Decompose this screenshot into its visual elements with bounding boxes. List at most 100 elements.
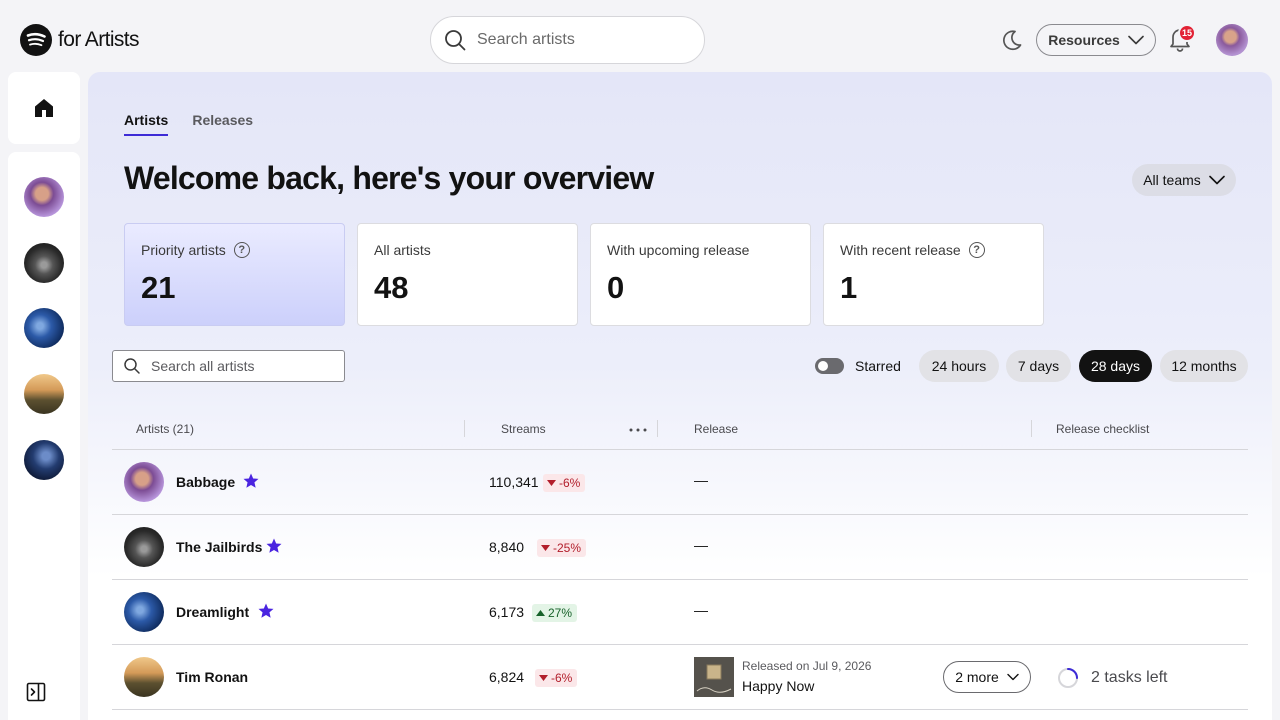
priority-artists-card[interactable]: Priority artists ? 21: [124, 223, 345, 326]
more-releases-label: 2 more: [955, 669, 999, 685]
stream-change-value: -6%: [551, 671, 573, 685]
search-all-artists-placeholder: Search all artists: [151, 358, 255, 374]
chevron-down-icon: [1007, 673, 1019, 681]
card-label-text: All artists: [374, 242, 431, 258]
toggle-knob: [818, 361, 828, 371]
stream-count: 110,341: [489, 474, 539, 490]
stream-count: 8,840: [489, 539, 525, 555]
release-date: Released on Jul 9, 2026: [742, 659, 872, 673]
triangle-up-icon: [536, 610, 545, 616]
search-icon: [445, 30, 466, 51]
release-empty: —: [694, 472, 708, 488]
all-teams-dropdown[interactable]: All teams: [1132, 164, 1236, 196]
release-title[interactable]: Happy Now: [742, 678, 814, 694]
rail-avatar-dreamlight[interactable]: [24, 308, 64, 348]
range-28-days-chip[interactable]: 28 days: [1079, 350, 1152, 382]
top-search-input[interactable]: Search artists: [430, 16, 705, 64]
card-label: All artists: [374, 242, 561, 258]
table-row[interactable]: Tim Ronan 6,824 -6% Released on Jul 9, 2…: [112, 645, 1248, 710]
home-icon: [35, 99, 53, 117]
stream-change-value: 27%: [548, 606, 573, 620]
avatar: [124, 657, 164, 697]
artist-name[interactable]: Tim Ronan: [176, 669, 248, 685]
release-artwork[interactable]: [694, 657, 734, 697]
spotify-logo-icon: [20, 24, 52, 56]
help-icon[interactable]: ?: [968, 242, 985, 258]
card-label-text: With recent release: [840, 242, 961, 258]
header-artists[interactable]: Artists (21): [136, 422, 194, 436]
column-divider[interactable]: [464, 420, 465, 437]
avatar: [124, 527, 164, 567]
all-teams-label: All teams: [1143, 172, 1201, 188]
help-icon[interactable]: ?: [233, 242, 250, 258]
stream-change-value: -25%: [553, 541, 582, 555]
card-label-text: Priority artists: [141, 242, 226, 258]
artist-name[interactable]: Babbage: [176, 474, 235, 490]
release-empty: —: [694, 602, 708, 618]
brand-name: for Artists: [58, 28, 140, 51]
notification-count-badge: 15: [1178, 24, 1196, 42]
task-progress-ring-icon: [1058, 668, 1078, 688]
rail-avatar-tim-ronan[interactable]: [24, 374, 64, 414]
card-value: 48: [374, 270, 409, 305]
triangle-down-icon: [539, 675, 548, 681]
card-label: With upcoming release: [607, 242, 794, 258]
more-horizontal-icon[interactable]: [629, 428, 647, 432]
main-panel: Artists Releases Welcome back, here's yo…: [88, 72, 1272, 720]
rail-avatar-fifth-artist[interactable]: [24, 440, 64, 480]
tasks-left-label[interactable]: 2 tasks left: [1091, 669, 1167, 687]
all-artists-card[interactable]: All artists 48: [357, 223, 578, 326]
star-icon[interactable]: [265, 537, 283, 555]
starred-label: Starred: [855, 358, 901, 374]
header-release-checklist[interactable]: Release checklist: [1056, 422, 1149, 436]
column-divider[interactable]: [657, 420, 658, 437]
user-avatar[interactable]: [1216, 24, 1248, 56]
stream-change-badge: 27%: [532, 604, 578, 622]
card-label: Priority artists ?: [141, 242, 328, 258]
rail-home-button[interactable]: [8, 72, 80, 144]
table-header: Artists (21) Streams Release Release che…: [112, 410, 1248, 450]
rail-avatar-the-jailbirds[interactable]: [24, 243, 64, 283]
rail-avatar-babbage[interactable]: [24, 177, 64, 217]
star-icon[interactable]: [242, 472, 260, 490]
star-icon[interactable]: [257, 602, 275, 620]
top-search-placeholder: Search artists: [477, 31, 575, 48]
recent-release-card[interactable]: With recent release ? 1: [823, 223, 1044, 326]
artist-name[interactable]: Dreamlight: [176, 604, 249, 620]
header-streams[interactable]: Streams: [501, 422, 546, 436]
search-all-artists-input[interactable]: Search all artists: [112, 350, 345, 382]
album-cover-image: [694, 657, 734, 697]
page-title: Welcome back, here's your overview: [124, 160, 654, 196]
tab-artists[interactable]: Artists: [124, 112, 169, 136]
moon-icon[interactable]: [1000, 28, 1024, 52]
collapse-sidebar-icon[interactable]: [26, 682, 46, 702]
table-row[interactable]: Babbage 110,341 -6% —: [112, 450, 1248, 515]
artist-name[interactable]: The Jailbirds: [176, 539, 262, 555]
stream-change-badge: -6%: [543, 474, 586, 492]
chevron-down-icon: [1127, 35, 1144, 45]
starred-toggle[interactable]: [815, 358, 844, 374]
avatar: [124, 462, 164, 502]
header-release[interactable]: Release: [694, 422, 738, 436]
resources-button[interactable]: Resources: [1036, 24, 1156, 56]
range-7-days-chip[interactable]: 7 days: [1006, 350, 1071, 382]
range-12-months-chip[interactable]: 12 months: [1160, 350, 1248, 382]
section-tabs: Artists Releases: [124, 112, 253, 136]
card-value: 21: [141, 270, 176, 305]
brand-logo[interactable]: for Artists: [20, 24, 140, 56]
card-value: 1: [840, 270, 858, 305]
chevron-down-icon: [1208, 175, 1225, 185]
card-label-text: With upcoming release: [607, 242, 750, 258]
avatar: [124, 592, 164, 632]
resources-label: Resources: [1048, 32, 1120, 48]
table-row[interactable]: The Jailbirds 8,840 -25% —: [112, 515, 1248, 580]
tab-releases[interactable]: Releases: [192, 112, 253, 136]
triangle-down-icon: [541, 545, 550, 551]
column-divider[interactable]: [1031, 420, 1032, 437]
search-icon: [124, 358, 140, 374]
table-row[interactable]: Dreamlight 6,173 27% —: [112, 580, 1248, 645]
range-24-hours-chip[interactable]: 24 hours: [919, 350, 999, 382]
more-releases-button[interactable]: 2 more: [943, 661, 1031, 693]
card-value: 0: [607, 270, 625, 305]
upcoming-release-card[interactable]: With upcoming release 0: [590, 223, 811, 326]
